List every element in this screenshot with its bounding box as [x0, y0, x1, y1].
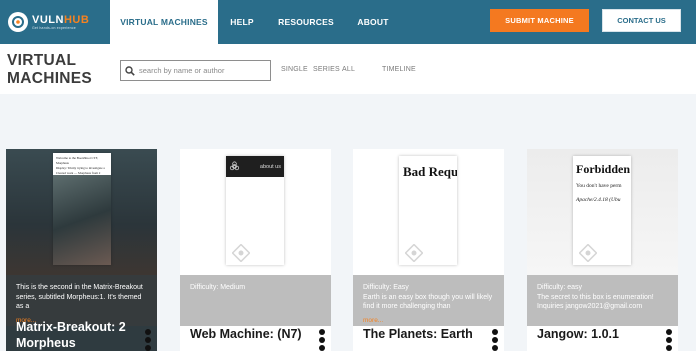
shot-title: Forbidden	[576, 162, 631, 176]
shot-header-text: about us	[259, 163, 281, 170]
logo-mark-icon	[8, 12, 28, 32]
shot-line: Welcome to the Boot2Root CTF, Morpheus	[56, 156, 98, 165]
card-menu-icon[interactable]	[491, 329, 499, 351]
logo-text-a: VULN	[32, 13, 64, 26]
card-thumbnail: about us	[180, 149, 331, 275]
card-thumbnail: Welcome to the Boot2Root CTF, Morpheus D…	[6, 149, 157, 275]
search-box[interactable]	[120, 60, 271, 81]
search-input[interactable]	[139, 66, 269, 75]
card-thumbnail: Bad Requ	[353, 149, 504, 275]
card-menu-icon[interactable]	[665, 329, 673, 351]
machine-card-the-planets-earth[interactable]: Bad Requ Difficulty: Easy Earth is an ea…	[353, 149, 504, 351]
filter-series[interactable]: SERIES	[313, 66, 340, 73]
filter-timeline[interactable]: TIMELINE	[382, 66, 416, 73]
vulnhub-logo[interactable]: VULNHUB Get hands-on experience	[8, 11, 98, 33]
filter-all[interactable]: ALL	[342, 66, 355, 73]
filter-single[interactable]: SINGLE	[281, 66, 308, 73]
page-title-line2: MACHINES	[7, 70, 93, 87]
nav-about[interactable]: ABOUT	[349, 0, 397, 44]
shot-text: Bad Requ	[403, 164, 457, 179]
search-icon	[125, 65, 135, 76]
vulnhub-watermark-icon	[232, 244, 250, 262]
page-title-line1: VIRTUAL	[7, 52, 77, 69]
card-menu-icon[interactable]	[144, 329, 152, 351]
card-title[interactable]: Web Machine: (N7)	[190, 326, 308, 342]
card-thumbnail: Forbidden You don't have perm Apache/2.4…	[527, 149, 678, 275]
vulnhub-watermark-icon	[579, 244, 597, 262]
nav-virtual-machines[interactable]: VIRTUAL MACHINES	[110, 0, 218, 44]
submit-machine-button[interactable]: SUBMIT MACHINE	[490, 9, 589, 32]
card-more-link[interactable]: more...	[363, 317, 383, 324]
page-title: VIRTUAL MACHINES	[7, 52, 92, 88]
card-title[interactable]: Matrix-Breakout: 2 Morpheus	[16, 319, 134, 351]
logo-text-b: HUB	[63, 13, 90, 26]
machine-card-web-machine[interactable]: about us Difficulty: Medium Web Machine:…	[180, 149, 331, 351]
machine-card-jangow[interactable]: Forbidden You don't have perm Apache/2.4…	[527, 149, 678, 351]
nav-resources[interactable]: RESOURCES	[275, 0, 337, 44]
logo-tagline: Get hands-on experience	[32, 25, 76, 30]
shot-line: You don't have perm	[576, 183, 622, 189]
vulnhub-watermark-icon	[405, 244, 423, 262]
card-screenshot: Welcome to the Boot2Root CTF, Morpheus D…	[53, 153, 111, 265]
shot-line: Apache/2.4.18 (Ubu	[576, 197, 621, 203]
machine-card-matrix-breakout[interactable]: Welcome to the Boot2Root CTF, Morpheus D…	[6, 149, 157, 351]
card-title[interactable]: Jangow: 1.0.1	[537, 326, 655, 342]
top-navigation: VULNHUB Get hands-on experience	[0, 0, 696, 44]
card-description: Difficulty: easy The secret to this box …	[527, 275, 678, 326]
shot-image	[53, 175, 111, 265]
biohazard-icon	[229, 161, 240, 171]
contact-us-button[interactable]: CONTACT US	[602, 9, 681, 32]
nav-help[interactable]: HELP	[218, 0, 266, 44]
card-title[interactable]: The Planets: Earth	[363, 326, 481, 342]
card-description: Difficulty: Medium	[180, 275, 331, 326]
card-menu-icon[interactable]	[318, 329, 326, 351]
